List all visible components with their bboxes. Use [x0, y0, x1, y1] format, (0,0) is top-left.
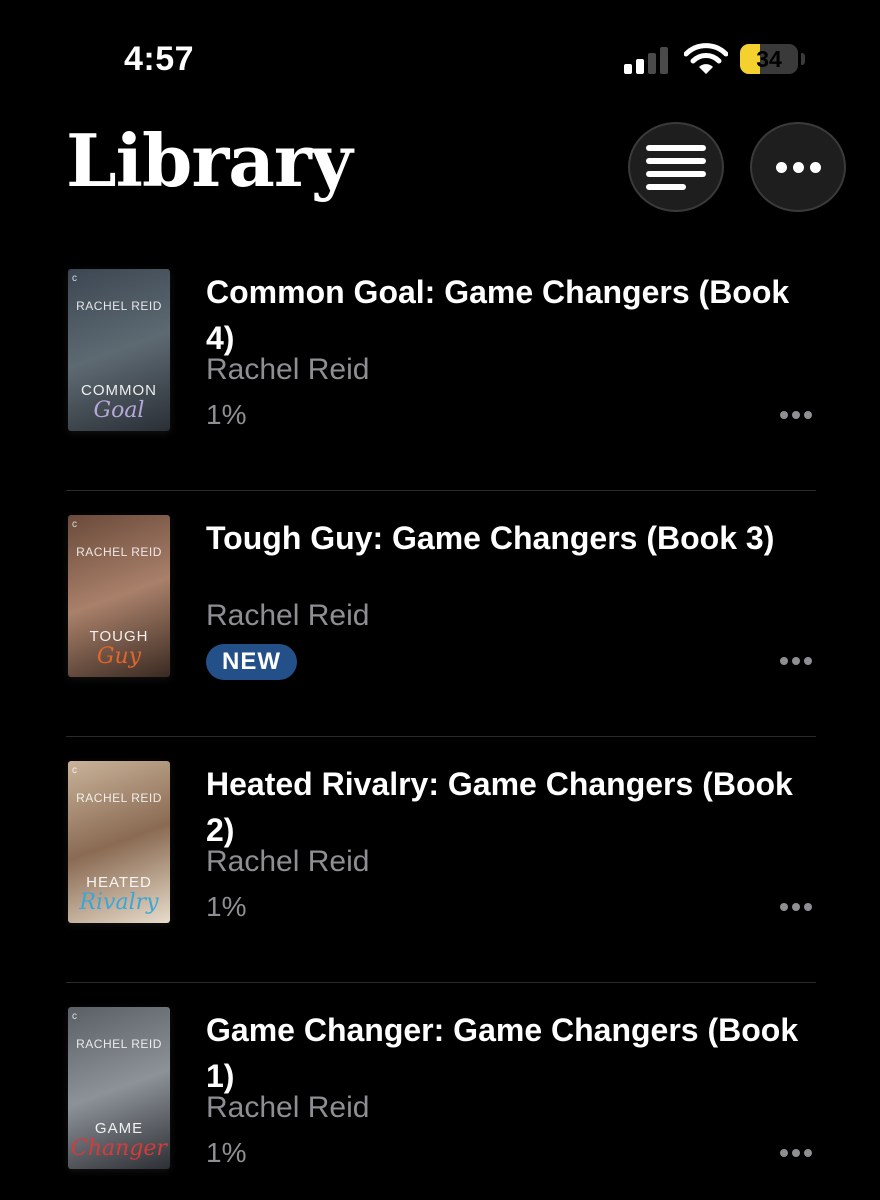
list-item[interactable]: c RACHEL REID COMMON Goal Common Goal: G… — [66, 245, 816, 491]
book-title[interactable]: Heated Rivalry: Game Changers (Book 2) — [206, 761, 806, 853]
battery-icon: 34 — [740, 44, 798, 74]
book-cover[interactable]: c RACHEL REID TOUGH Guy — [68, 515, 170, 677]
cover-title-script: Goal — [93, 398, 145, 423]
ellipsis-icon — [775, 161, 821, 173]
book-more-button[interactable] — [776, 407, 816, 423]
cover-title-script: Changer — [71, 1136, 167, 1161]
more-options-button[interactable] — [750, 122, 846, 212]
cellular-signal-icon — [624, 46, 672, 74]
cover-title: HEATED — [86, 874, 152, 891]
book-cover[interactable]: c RACHEL REID HEATED Rivalry — [68, 761, 170, 923]
cover-title: GAME — [94, 1120, 144, 1137]
wifi-icon — [684, 43, 728, 74]
cover-author: RACHEL REID — [76, 299, 162, 313]
book-author: Rachel Reid — [206, 1091, 370, 1124]
book-author: Rachel Reid — [206, 599, 370, 632]
cover-author: RACHEL REID — [76, 791, 162, 805]
book-cover[interactable]: c RACHEL REID GAME Changer — [68, 1007, 170, 1169]
cover-title: COMMON — [81, 382, 157, 399]
new-badge: NEW — [206, 644, 297, 680]
book-title[interactable]: Common Goal: Game Changers (Book 4) — [206, 269, 806, 361]
book-author: Rachel Reid — [206, 845, 370, 878]
cover-author: RACHEL REID — [76, 545, 162, 559]
book-title[interactable]: Tough Guy: Game Changers (Book 3) — [206, 515, 806, 561]
list-item[interactable]: c RACHEL REID HEATED Rivalry Heated Riva… — [66, 737, 816, 983]
cover-title-script: Guy — [96, 644, 142, 669]
book-list: c RACHEL REID COMMON Goal Common Goal: G… — [66, 245, 816, 1200]
library-screen: 4:57 34 Library c RACHEL REID COMMON Goa… — [0, 0, 880, 1200]
list-sort-icon — [646, 144, 706, 190]
reading-progress: 1% — [206, 1137, 247, 1168]
publisher-logo: c — [72, 519, 77, 530]
cover-title: TOUGH — [89, 628, 149, 645]
publisher-logo: c — [72, 273, 77, 284]
list-item[interactable]: c RACHEL REID GAME Changer Game Changer:… — [66, 983, 816, 1200]
book-cover[interactable]: c RACHEL REID COMMON Goal — [68, 269, 170, 431]
sort-button[interactable] — [628, 122, 724, 212]
book-title[interactable]: Game Changer: Game Changers (Book 1) — [206, 1007, 806, 1099]
publisher-logo: c — [72, 765, 77, 776]
book-more-button[interactable] — [776, 899, 816, 915]
reading-progress: 1% — [206, 399, 247, 430]
book-more-button[interactable] — [776, 1145, 816, 1161]
book-more-button[interactable] — [776, 653, 816, 669]
list-item[interactable]: c RACHEL REID TOUGH Guy Tough Guy: Game … — [66, 491, 816, 737]
status-bar: 4:57 34 — [0, 0, 880, 110]
cover-author: RACHEL REID — [76, 1037, 162, 1051]
reading-progress: 1% — [206, 891, 247, 922]
status-time: 4:57 — [124, 40, 195, 78]
battery-level: 34 — [756, 46, 782, 72]
cover-title-script: Rivalry — [79, 890, 159, 915]
publisher-logo: c — [72, 1011, 77, 1022]
battery-cap — [801, 53, 805, 65]
page-title: Library — [66, 118, 353, 203]
book-author: Rachel Reid — [206, 353, 370, 386]
